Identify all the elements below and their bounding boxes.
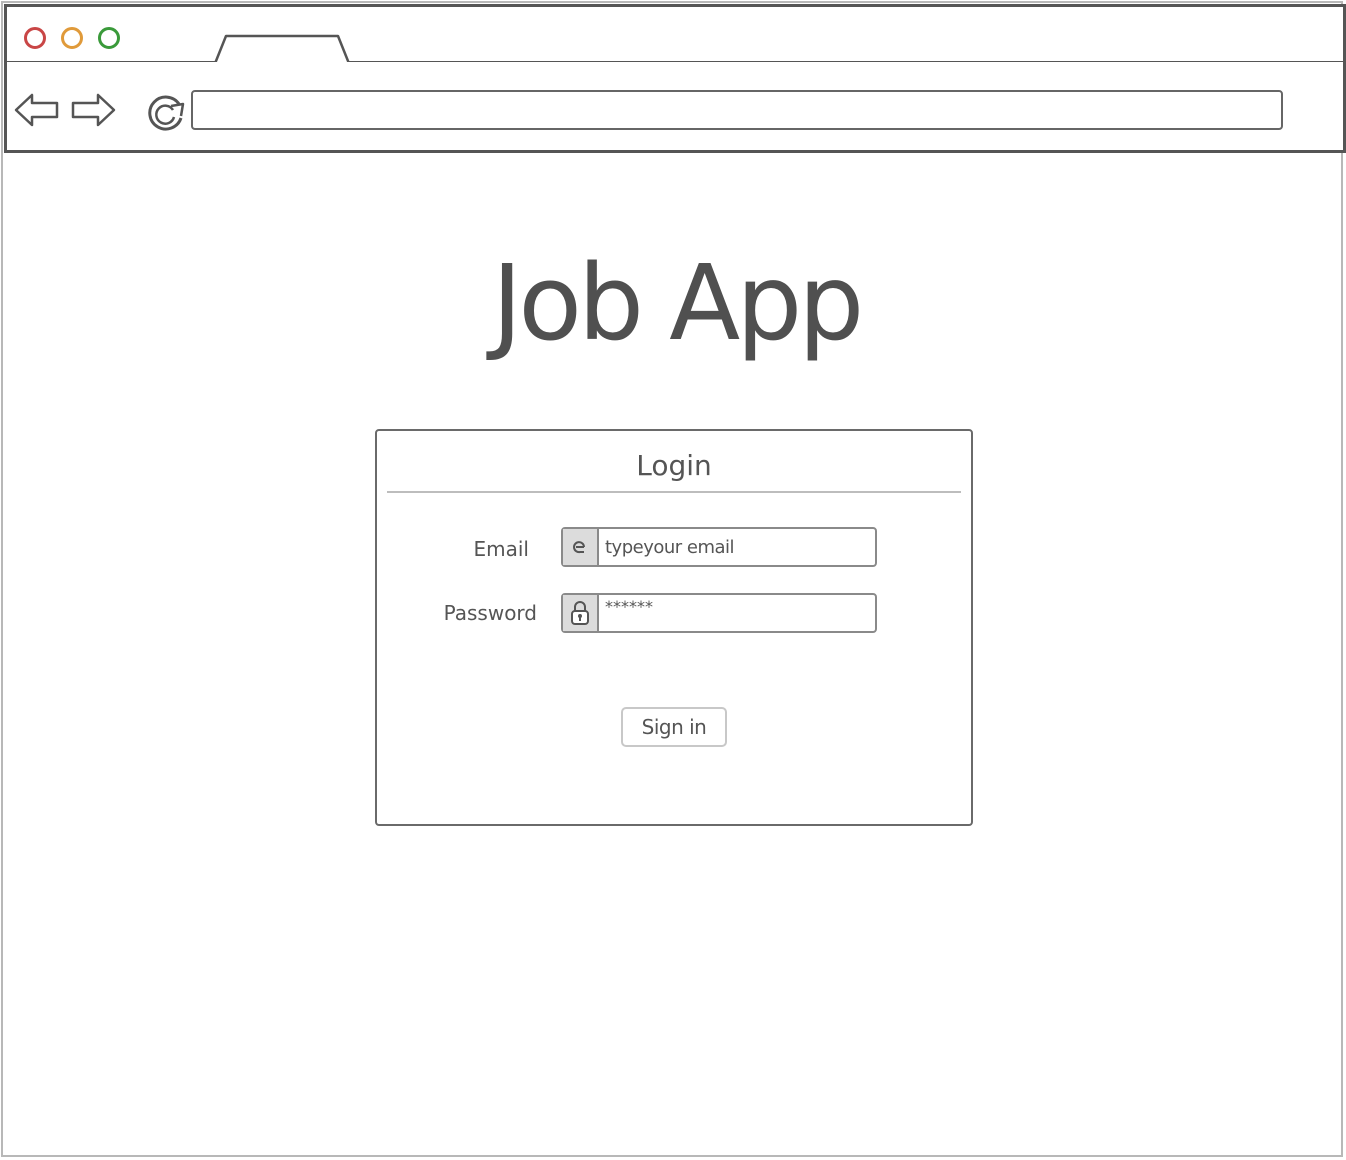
login-panel: Login Email Password: [375, 429, 973, 826]
minimize-window-icon[interactable]: [61, 27, 83, 49]
at-sign-icon: [563, 529, 599, 565]
maximize-window-icon[interactable]: [98, 27, 120, 49]
browser-window: Job App Login Email Password: [1, 1, 1346, 1157]
address-bar[interactable]: [191, 90, 1283, 130]
email-input[interactable]: [601, 529, 875, 565]
browser-titlebar: [4, 4, 1346, 67]
browser-navbar: [4, 62, 1346, 153]
lock-icon: [563, 595, 599, 631]
email-label: Email: [473, 537, 530, 561]
password-field: [561, 593, 877, 633]
password-label: Password: [443, 601, 537, 625]
panel-divider: [387, 491, 961, 493]
reload-icon[interactable]: [143, 90, 189, 134]
app-title: Job App: [491, 242, 865, 364]
sign-in-button[interactable]: Sign in: [621, 707, 727, 747]
arrow-left-icon[interactable]: [13, 90, 61, 130]
arrow-right-icon[interactable]: [69, 90, 117, 130]
close-window-icon[interactable]: [24, 27, 46, 49]
email-field: [561, 527, 877, 567]
login-panel-title: Login: [636, 449, 712, 482]
password-input[interactable]: [601, 595, 875, 631]
